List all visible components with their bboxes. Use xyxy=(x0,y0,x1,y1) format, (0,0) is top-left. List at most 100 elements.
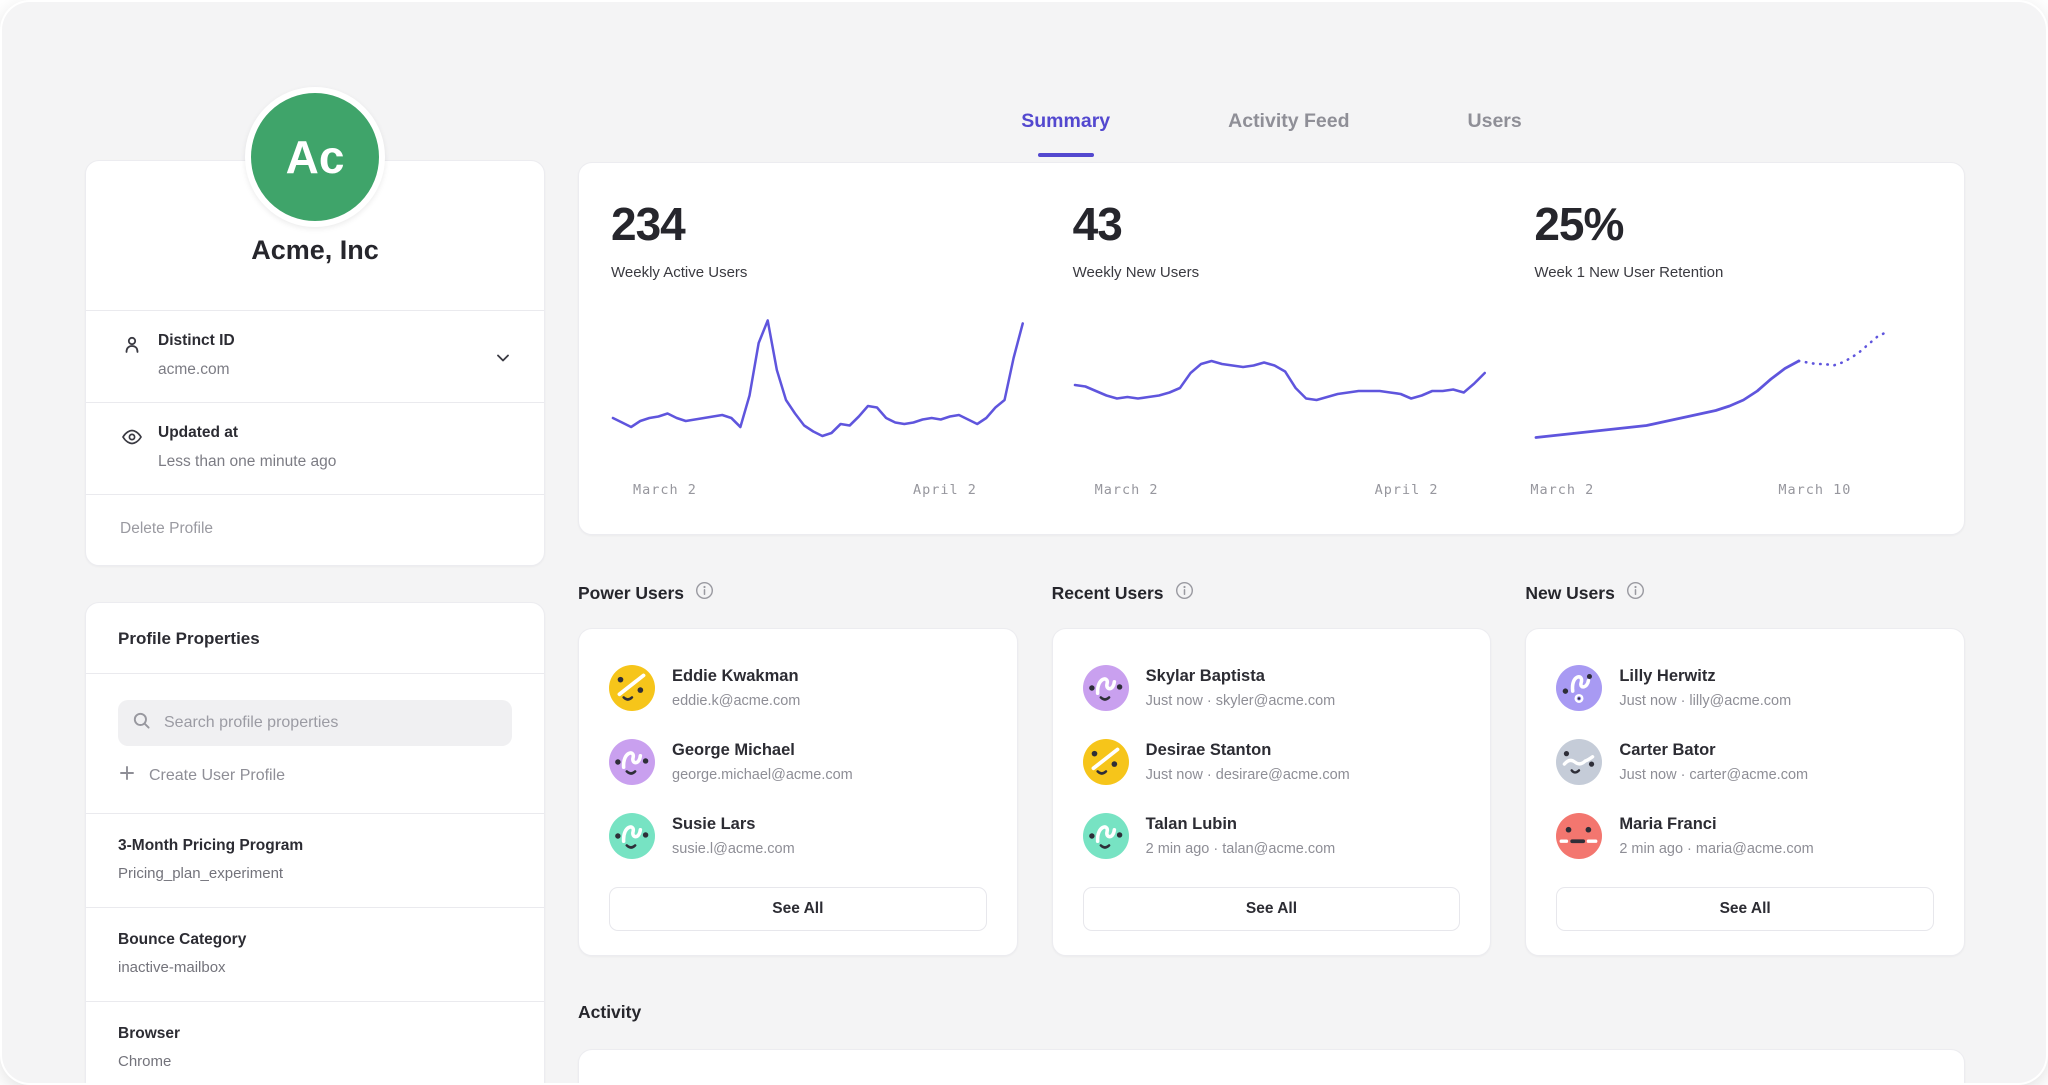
see-all-button[interactable]: See All xyxy=(1556,887,1934,931)
profile-properties-title: Profile Properties xyxy=(86,603,544,673)
user-avatar xyxy=(1556,665,1602,711)
user-avatar xyxy=(1083,813,1129,859)
user-avatar xyxy=(1556,813,1602,859)
user-avatar xyxy=(1556,739,1602,785)
see-all-button[interactable]: See All xyxy=(1083,887,1461,931)
info-icon[interactable] xyxy=(1175,581,1194,605)
user-meta: Just now · lilly@acme.com xyxy=(1619,693,1791,709)
field-label: Updated at xyxy=(158,424,336,442)
user-card-title: Power Users xyxy=(578,583,684,604)
stat-week1-retention: 25% Week 1 New User Retention March 2 Ma… xyxy=(1502,201,1964,504)
company-avatar: Ac xyxy=(245,87,385,227)
stat-label: Weekly Active Users xyxy=(611,264,1025,281)
user-row[interactable]: Carter Bator Just now · carter@acme.com xyxy=(1556,739,1934,785)
distinct-id-row[interactable]: Distinct ID acme.com xyxy=(86,311,544,402)
see-all-button[interactable]: See All xyxy=(609,887,987,931)
delete-profile-button[interactable]: Delete Profile xyxy=(86,495,544,565)
info-icon[interactable] xyxy=(1626,581,1645,605)
stat-label: Weekly New Users xyxy=(1073,264,1487,281)
user-row[interactable]: George Michaelgeorge.michael@acme.com xyxy=(609,739,987,785)
app-frame: Ac Acme, Inc Distinct ID acme.com xyxy=(2,2,2046,1083)
tab-summary[interactable]: Summary xyxy=(1021,110,1110,160)
profile-sidebar: Ac Acme, Inc Distinct ID acme.com xyxy=(85,2,545,1083)
eye-icon xyxy=(120,424,158,454)
user-avatar xyxy=(1083,739,1129,785)
x-axis-end-label: April 2 xyxy=(913,482,977,498)
user-card-title: Recent Users xyxy=(1052,583,1164,604)
x-axis-start-label: March 2 xyxy=(1095,482,1159,498)
user-row[interactable]: Desirae Stanton Just now · desirare@acme.… xyxy=(1083,739,1461,785)
profile-property-row[interactable]: Bounce Categoryinactive-mailbox xyxy=(86,907,544,1001)
user-row[interactable]: Talan Lubin 2 min ago · talan@acme.com xyxy=(1083,813,1461,859)
x-axis-end-label: April 2 xyxy=(1375,482,1439,498)
user-card-title: New Users xyxy=(1525,583,1615,604)
stat-value: 43 xyxy=(1073,201,1487,247)
user-card: Skylar Baptista Just now · skyler@acme.co… xyxy=(1052,628,1492,956)
property-name: Browser xyxy=(118,1025,512,1043)
property-name: 3-Month Pricing Program xyxy=(118,837,512,855)
create-user-profile-label: Create User Profile xyxy=(149,767,285,785)
chevron-down-icon[interactable] xyxy=(494,349,512,372)
user-name: Talan Lubin xyxy=(1146,813,1336,834)
main-panel: Summary Activity Feed Users 234 Weekly Act… xyxy=(578,2,1965,1083)
user-name: Lilly Herwitz xyxy=(1619,665,1791,686)
plus-icon xyxy=(118,764,136,787)
profile-properties-list: 3-Month Pricing Program Pricing_plan_expe… xyxy=(86,813,544,1083)
search-input[interactable] xyxy=(162,713,498,733)
user-name: Susie Lars xyxy=(672,813,795,834)
field-label: Distinct ID xyxy=(158,332,235,350)
user-name: Eddie Kwakman xyxy=(672,665,800,686)
weekly-new-users-chart xyxy=(1073,307,1487,469)
user-row[interactable]: Eddie Kwakman eddie.k@acme.com xyxy=(609,665,987,711)
user-name: Skylar Baptista xyxy=(1146,665,1336,686)
user-avatar xyxy=(609,739,655,785)
user-cards-row: Power Users Eddie Kwakman eddie.k@acme.co… xyxy=(578,535,1965,956)
x-axis-start-label: March 2 xyxy=(633,482,697,498)
stat-value: 25% xyxy=(1534,201,1948,247)
user-meta: eddie.k@acme.com xyxy=(672,693,800,709)
stat-weekly-new-users: 43 Weekly New Users March 2 April 2 xyxy=(1041,201,1503,504)
user-row[interactable]: Lilly Herwitz Just now · lilly@acme.com xyxy=(1556,665,1934,711)
create-user-profile-button[interactable]: Create User Profile xyxy=(118,764,285,787)
company-avatar-initials: Ac xyxy=(286,130,345,184)
summary-card: 234 Weekly Active Users March 2 April 2 … xyxy=(578,162,1965,535)
user-meta: 2 min ago · talan@acme.com xyxy=(1146,841,1336,857)
user-name: George Michael xyxy=(672,739,853,760)
profile-property-row[interactable]: 3-Month Pricing Program Pricing_plan_expe… xyxy=(86,813,544,907)
user-card-column: Recent Users Skylar Baptista Just now · s… xyxy=(1052,535,1492,956)
weekly-active-users-chart xyxy=(611,307,1025,469)
profile-properties-card: Profile Properties Create User Pro xyxy=(85,602,545,1083)
updated-at-row: Updated at Less than one minute ago xyxy=(86,403,544,494)
user-meta: Just now · skyler@acme.com xyxy=(1146,693,1336,709)
user-name: Maria Franci xyxy=(1619,813,1813,834)
stat-value: 234 xyxy=(611,201,1025,247)
property-value: Pricing_plan_experiment xyxy=(118,865,512,882)
user-meta: Just now · carter@acme.com xyxy=(1619,767,1808,783)
x-axis-start-label: March 2 xyxy=(1530,482,1594,498)
profile-property-row[interactable]: Browser Chrome xyxy=(86,1001,544,1083)
user-meta: 2 min ago · maria@acme.com xyxy=(1619,841,1813,857)
user-card: Lilly Herwitz Just now · lilly@acme.com C… xyxy=(1525,628,1965,956)
user-card: Eddie Kwakman eddie.k@acme.com George Mic… xyxy=(578,628,1018,956)
user-row[interactable]: Skylar Baptista Just now · skyler@acme.co… xyxy=(1083,665,1461,711)
person-icon xyxy=(120,332,158,362)
property-value: inactive-mailbox xyxy=(118,959,512,976)
user-name: Carter Bator xyxy=(1619,739,1808,760)
info-icon[interactable] xyxy=(695,581,714,605)
x-axis-end-label: March 10 xyxy=(1778,482,1851,498)
field-value: acme.com xyxy=(158,361,235,379)
property-value: Chrome xyxy=(118,1053,512,1070)
user-row[interactable]: Maria Franci 2 min ago · maria@acme.com xyxy=(1556,813,1934,859)
user-card-column: Power Users Eddie Kwakman eddie.k@acme.co… xyxy=(578,535,1018,956)
tab-bar: Summary Activity Feed Users xyxy=(578,2,1965,160)
tab-users[interactable]: Users xyxy=(1468,110,1522,160)
divider xyxy=(86,673,544,674)
search-profile-properties-input[interactable] xyxy=(118,700,512,746)
user-meta: Just now · desirare@acme.com xyxy=(1146,767,1350,783)
activity-section-title: Activity xyxy=(578,1002,1965,1023)
tab-activity-feed[interactable]: Activity Feed xyxy=(1228,110,1349,160)
user-avatar xyxy=(609,813,655,859)
week1-retention-chart xyxy=(1534,307,1948,469)
user-row[interactable]: Susie Larssusie.l@acme.com xyxy=(609,813,987,859)
user-name: Desirae Stanton xyxy=(1146,739,1350,760)
